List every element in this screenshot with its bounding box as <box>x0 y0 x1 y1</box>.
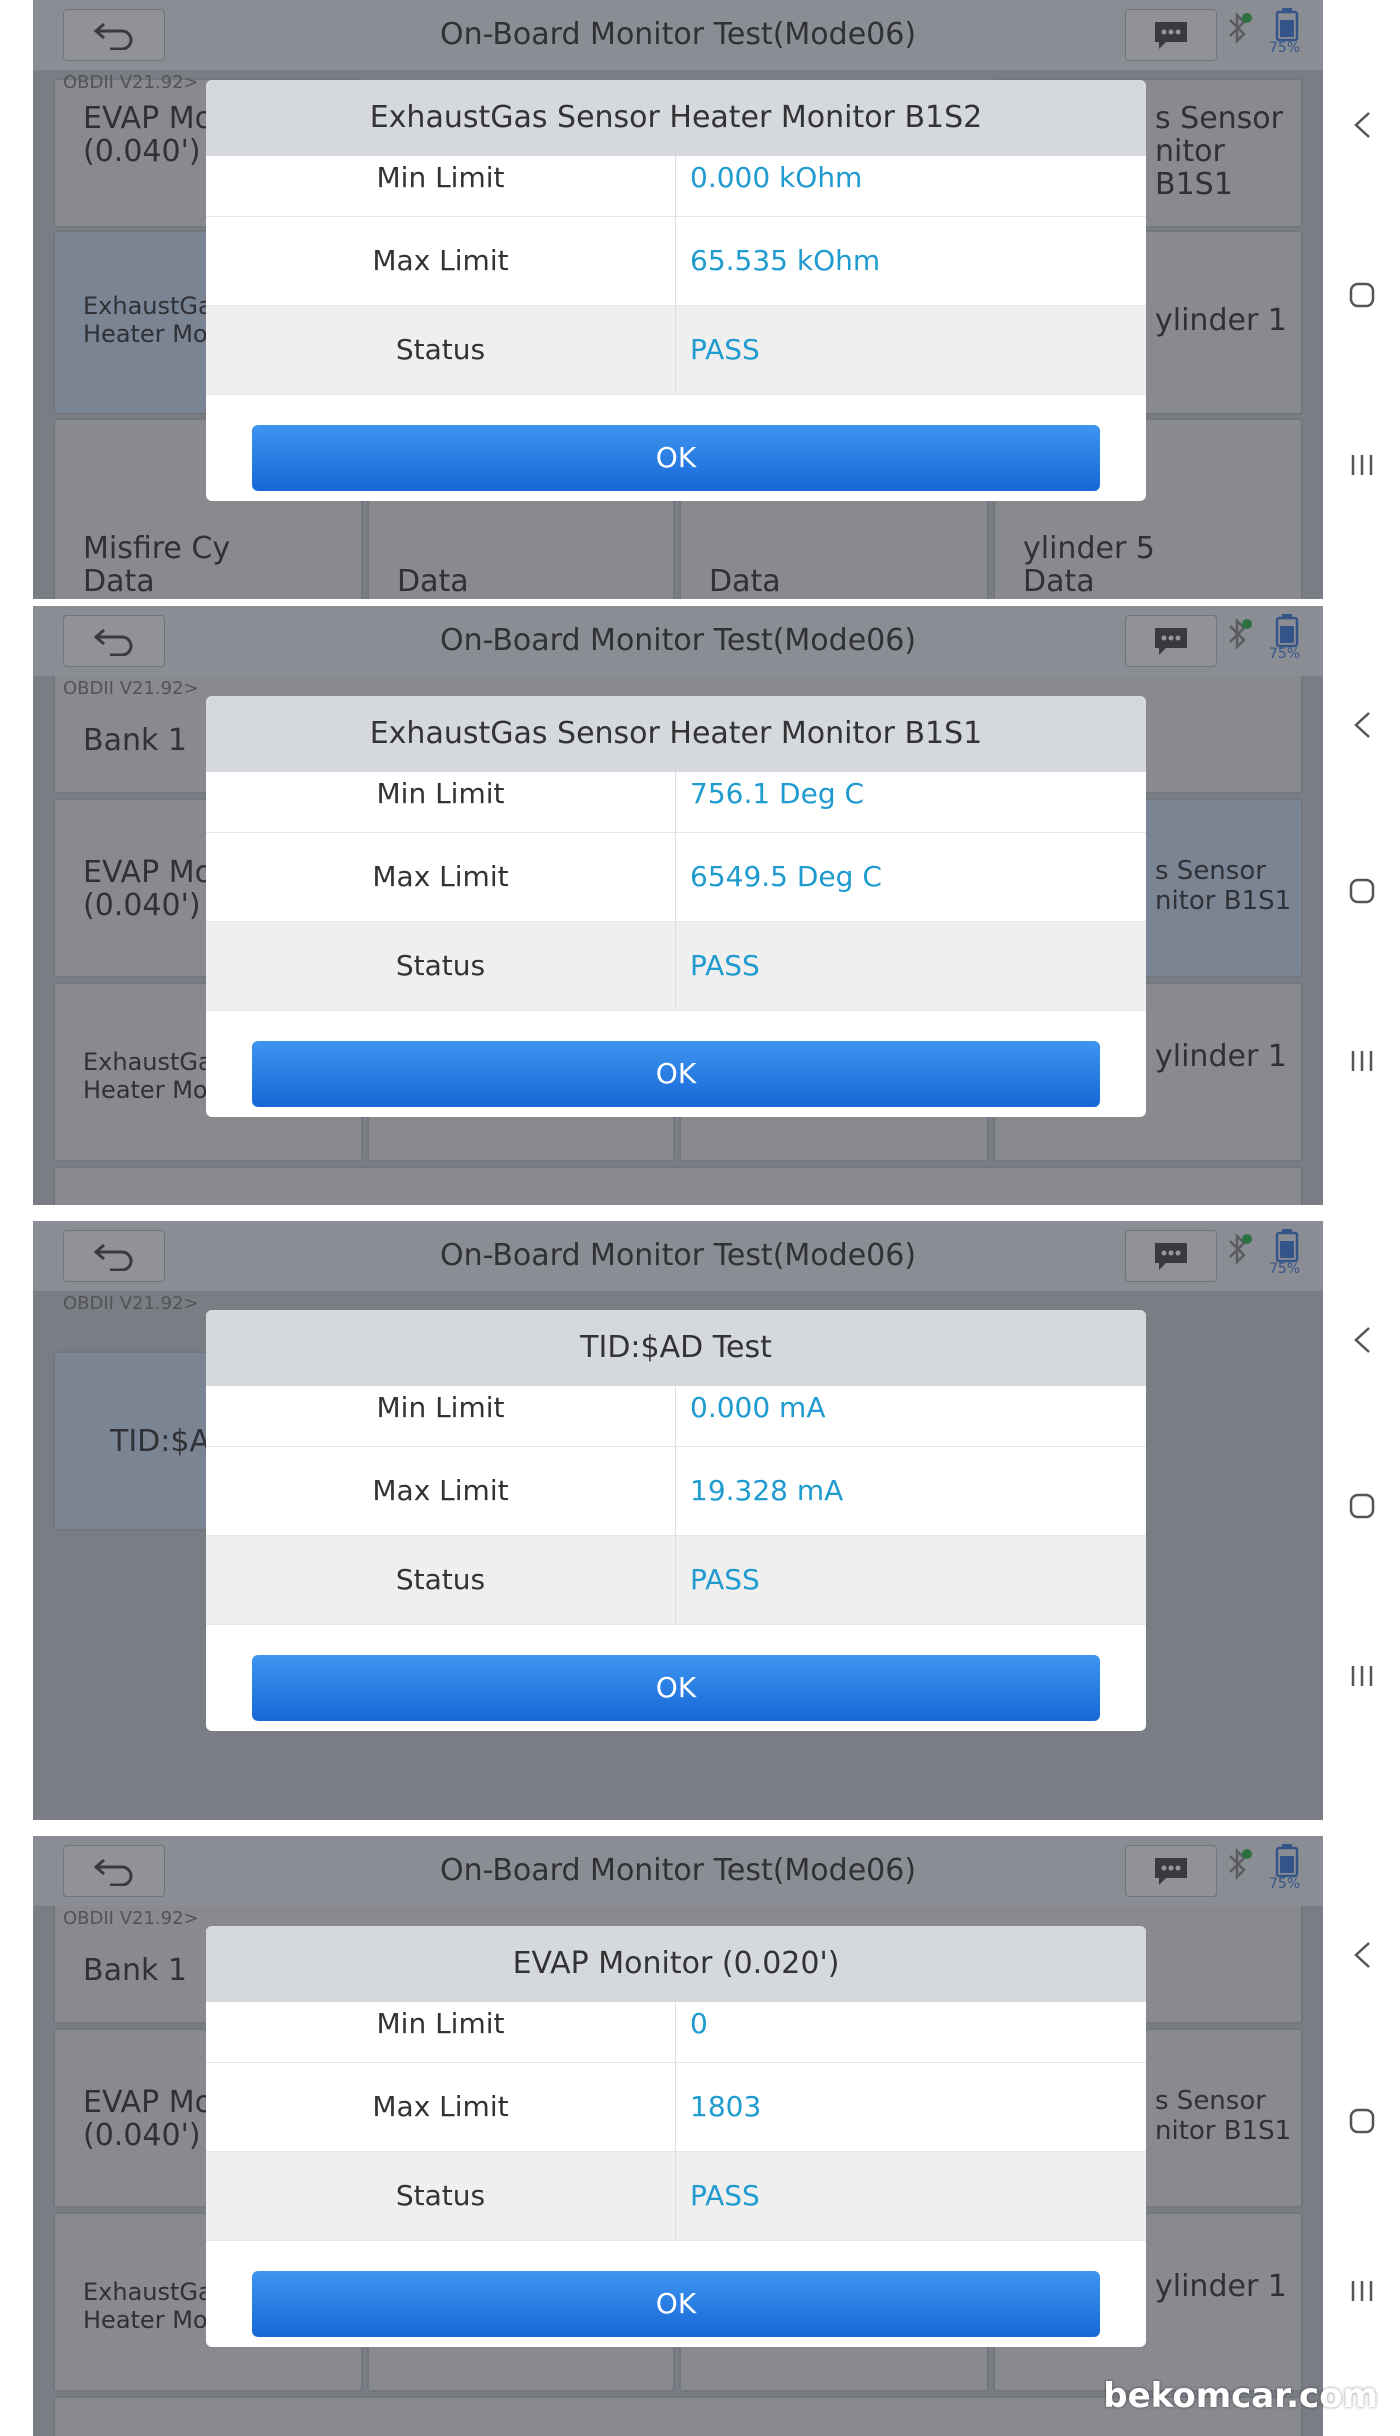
row-label: Max Limit <box>206 833 676 921</box>
dialog-footer: OK <box>206 1625 1146 1731</box>
app-screen: EVAP Mo (0.040') s Sensor nitor B1S1 Exh… <box>33 0 1323 599</box>
row-label: Max Limit <box>206 1447 676 1535</box>
row-value: 1803 <box>690 2090 762 2123</box>
row-label: Status <box>206 922 676 1010</box>
system-nav-bar <box>1323 1221 1400 1820</box>
result-row: Min Limit 0 <box>206 2002 1146 2063</box>
row-label: Min Limit <box>206 772 676 832</box>
app-screen: Bank 1 EVAP Mo (0.040') s Sensor nitor B… <box>33 1836 1323 2436</box>
nav-back-button[interactable] <box>1323 90 1400 160</box>
chevron-left-icon <box>1353 112 1370 138</box>
result-row: Status PASS <box>206 2152 1146 2241</box>
row-value: PASS <box>690 2179 760 2212</box>
system-nav-bar <box>1323 1836 1400 2436</box>
ok-button[interactable]: OK <box>252 425 1100 491</box>
screenshot-panel-3: TID:$A On-Board Monitor Test(Mode06) 75%… <box>0 1221 1400 1836</box>
ok-button[interactable]: OK <box>252 1655 1100 1721</box>
dialog-footer: OK <box>206 1011 1146 1117</box>
app-screen: Bank 1 EVAP Mo (0.040') s Sensor nitor B… <box>33 606 1323 1205</box>
chevron-left-icon <box>1353 1942 1370 1968</box>
row-label: Min Limit <box>206 156 676 216</box>
modal-overlay: ExhaustGas Sensor Heater Monitor B1S2 Mi… <box>33 0 1323 599</box>
row-value: 756.1 Deg C <box>690 777 865 810</box>
row-label: Max Limit <box>206 217 676 305</box>
row-value: 0.000 mA <box>690 1391 826 1424</box>
row-label: Status <box>206 2152 676 2240</box>
row-label: Min Limit <box>206 1386 676 1446</box>
result-dialog: EVAP Monitor (0.020') Min Limit 0 Max Lim… <box>206 1926 1146 2347</box>
dialog-footer: OK <box>206 395 1146 501</box>
modal-overlay: TID:$AD Test Min Limit 0.000 mA Max Limit… <box>33 1221 1323 1820</box>
modal-overlay: ExhaustGas Sensor Heater Monitor B1S1 Mi… <box>33 606 1323 1205</box>
result-row: Max Limit 6549.5 Deg C <box>206 833 1146 922</box>
result-row: Status PASS <box>206 922 1146 1011</box>
dialog-title: ExhaustGas Sensor Heater Monitor B1S2 <box>206 80 1146 156</box>
result-row: Max Limit 65.535 kOhm <box>206 217 1146 306</box>
home-square-icon <box>1349 878 1374 904</box>
chevron-left-icon <box>1353 712 1370 738</box>
row-value: 65.535 kOhm <box>690 244 881 277</box>
system-nav-bar <box>1323 606 1400 1205</box>
app-screen: TID:$A On-Board Monitor Test(Mode06) 75%… <box>33 1221 1323 1820</box>
dialog-title: ExhaustGas Sensor Heater Monitor B1S1 <box>206 696 1146 772</box>
recents-icon <box>1351 1051 1372 1071</box>
nav-back-button[interactable] <box>1323 690 1400 760</box>
nav-recents-button[interactable] <box>1323 1026 1400 1096</box>
dialog-title: EVAP Monitor (0.020') <box>206 1926 1146 2002</box>
home-square-icon <box>1349 282 1374 308</box>
nav-home-button[interactable] <box>1323 856 1400 926</box>
row-value: 0 <box>690 2007 708 2040</box>
result-row: Max Limit 19.328 mA <box>206 1447 1146 1536</box>
nav-home-button[interactable] <box>1323 1471 1400 1541</box>
result-row: Max Limit 1803 <box>206 2063 1146 2152</box>
row-label: Status <box>206 306 676 394</box>
row-value: 0.000 kOhm <box>690 161 863 194</box>
row-value: 19.328 mA <box>690 1474 844 1507</box>
result-dialog: ExhaustGas Sensor Heater Monitor B1S2 Mi… <box>206 80 1146 501</box>
site-watermark: bekomcar.com <box>1103 2376 1378 2416</box>
screenshot-panel-2: Bank 1 EVAP Mo (0.040') s Sensor nitor B… <box>0 606 1400 1221</box>
result-dialog: ExhaustGas Sensor Heater Monitor B1S1 Mi… <box>206 696 1146 1117</box>
row-label: Max Limit <box>206 2063 676 2151</box>
result-row: Status PASS <box>206 1536 1146 1625</box>
row-value: 6549.5 Deg C <box>690 860 882 893</box>
result-row: Status PASS <box>206 306 1146 395</box>
row-label: Min Limit <box>206 2002 676 2062</box>
screenshot-panel-4: Bank 1 EVAP Mo (0.040') s Sensor nitor B… <box>0 1836 1400 2436</box>
ok-button[interactable]: OK <box>252 2271 1100 2337</box>
system-nav-bar <box>1323 0 1400 599</box>
nav-recents-button[interactable] <box>1323 2256 1400 2326</box>
recents-icon <box>1351 455 1372 475</box>
screenshot-panel-1: EVAP Mo (0.040') s Sensor nitor B1S1 Exh… <box>0 0 1400 615</box>
result-dialog: TID:$AD Test Min Limit 0.000 mA Max Limit… <box>206 1310 1146 1731</box>
dialog-footer: OK <box>206 2241 1146 2347</box>
nav-home-button[interactable] <box>1323 2086 1400 2156</box>
row-value: PASS <box>690 333 760 366</box>
nav-home-button[interactable] <box>1323 260 1400 330</box>
home-square-icon <box>1349 1493 1374 1519</box>
nav-recents-button[interactable] <box>1323 1641 1400 1711</box>
nav-back-button[interactable] <box>1323 1920 1400 1990</box>
result-row: Min Limit 0.000 kOhm <box>206 156 1146 217</box>
home-square-icon <box>1349 2108 1374 2134</box>
result-row: Min Limit 0.000 mA <box>206 1386 1146 1447</box>
row-label: Status <box>206 1536 676 1624</box>
nav-back-button[interactable] <box>1323 1305 1400 1375</box>
recents-icon <box>1351 1666 1372 1686</box>
chevron-left-icon <box>1353 1327 1370 1353</box>
ok-button[interactable]: OK <box>252 1041 1100 1107</box>
modal-overlay: EVAP Monitor (0.020') Min Limit 0 Max Lim… <box>33 1836 1323 2436</box>
recents-icon <box>1351 2281 1372 2301</box>
nav-recents-button[interactable] <box>1323 430 1400 500</box>
row-value: PASS <box>690 1563 760 1596</box>
result-row: Min Limit 756.1 Deg C <box>206 772 1146 833</box>
dialog-title: TID:$AD Test <box>206 1310 1146 1386</box>
row-value: PASS <box>690 949 760 982</box>
